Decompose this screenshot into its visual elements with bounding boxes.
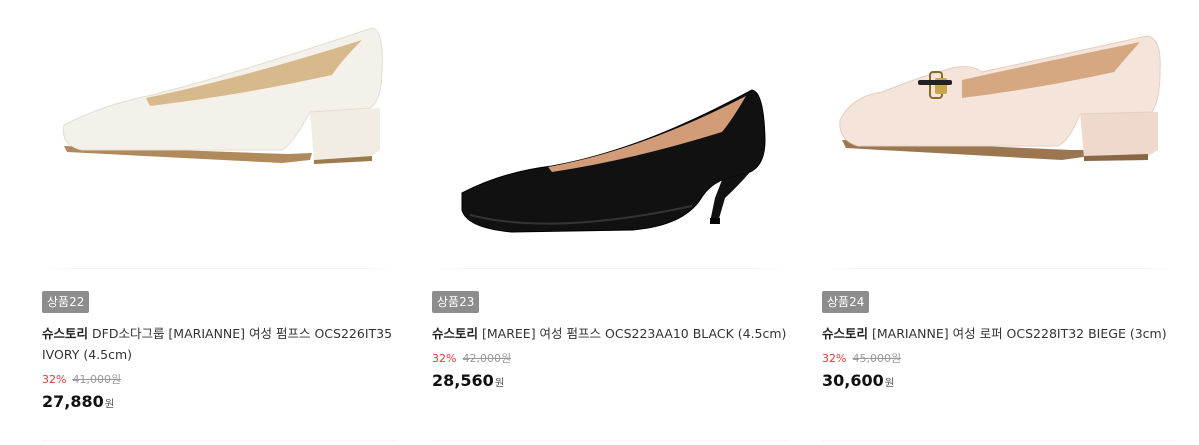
divider: [42, 268, 397, 269]
product-card[interactable]: 상품24 슈스토리 [MARIANNE] 여성 로퍼 OCS228IT32 BIE…: [822, 0, 1184, 445]
sale-price: 28,560: [432, 371, 494, 390]
product-badge: 상품22: [42, 291, 90, 313]
discount-row: 32% 42,000원: [432, 352, 511, 366]
currency-unit: 원: [884, 377, 895, 389]
original-price: 45,000원: [852, 352, 902, 365]
product-badge: 상품23: [432, 291, 480, 313]
product-image[interactable]: [432, 0, 794, 262]
product-card[interactable]: 상품23 슈스토리 [MAREE] 여성 펌프스 OCS223AA10 BLACK…: [432, 0, 794, 445]
currency-unit: 원: [104, 398, 115, 410]
product-image[interactable]: [42, 0, 404, 262]
discount-rate: 32%: [822, 352, 847, 365]
divider: [432, 440, 787, 441]
black-pump-shoe-image: [461, 89, 766, 233]
price-row: 30,600원: [822, 370, 894, 394]
discount-row: 32% 41,000원: [42, 373, 121, 387]
product-name: DFD소다그룹 [MARIANNE] 여성 펌프스 OCS226IT35 IVO…: [42, 326, 393, 362]
discount-rate: 32%: [42, 373, 67, 386]
divider: [822, 440, 1177, 441]
currency-unit: 원: [494, 377, 505, 389]
original-price: 42,000원: [462, 352, 512, 365]
product-badge: 상품24: [822, 291, 870, 313]
product-image[interactable]: [822, 0, 1184, 262]
beige-loafer-shoe-image: [839, 35, 1161, 161]
product-title[interactable]: 슈스토리 [MARIANNE] 여성 로퍼 OCS228IT32 BIEGE (3…: [822, 323, 1182, 344]
divider: [432, 268, 787, 269]
product-card[interactable]: 상품22 슈스토리 DFD소다그룹 [MARIANNE] 여성 펌프스 OCS22…: [42, 0, 404, 445]
price-row: 28,560원: [432, 370, 504, 394]
product-brand: 슈스토리: [822, 326, 869, 341]
divider: [822, 268, 1177, 269]
divider: [42, 440, 397, 441]
original-price: 41,000원: [72, 373, 122, 386]
product-title[interactable]: 슈스토리 DFD소다그룹 [MARIANNE] 여성 펌프스 OCS226IT35…: [42, 323, 402, 365]
product-name: [MARIANNE] 여성 로퍼 OCS228IT32 BIEGE (3cm): [872, 326, 1167, 341]
product-title[interactable]: 슈스토리 [MAREE] 여성 펌프스 OCS223AA10 BLACK (4.5…: [432, 323, 792, 344]
discount-rate: 32%: [432, 352, 457, 365]
price-row: 27,880원: [42, 391, 114, 415]
sale-price: 27,880: [42, 392, 104, 411]
ivory-pump-shoe-image: [62, 27, 383, 164]
product-brand: 슈스토리: [432, 326, 479, 341]
product-name: [MAREE] 여성 펌프스 OCS223AA10 BLACK (4.5cm): [482, 326, 787, 341]
sale-price: 30,600: [822, 371, 884, 390]
product-brand: 슈스토리: [42, 326, 89, 341]
discount-row: 32% 45,000원: [822, 352, 901, 366]
